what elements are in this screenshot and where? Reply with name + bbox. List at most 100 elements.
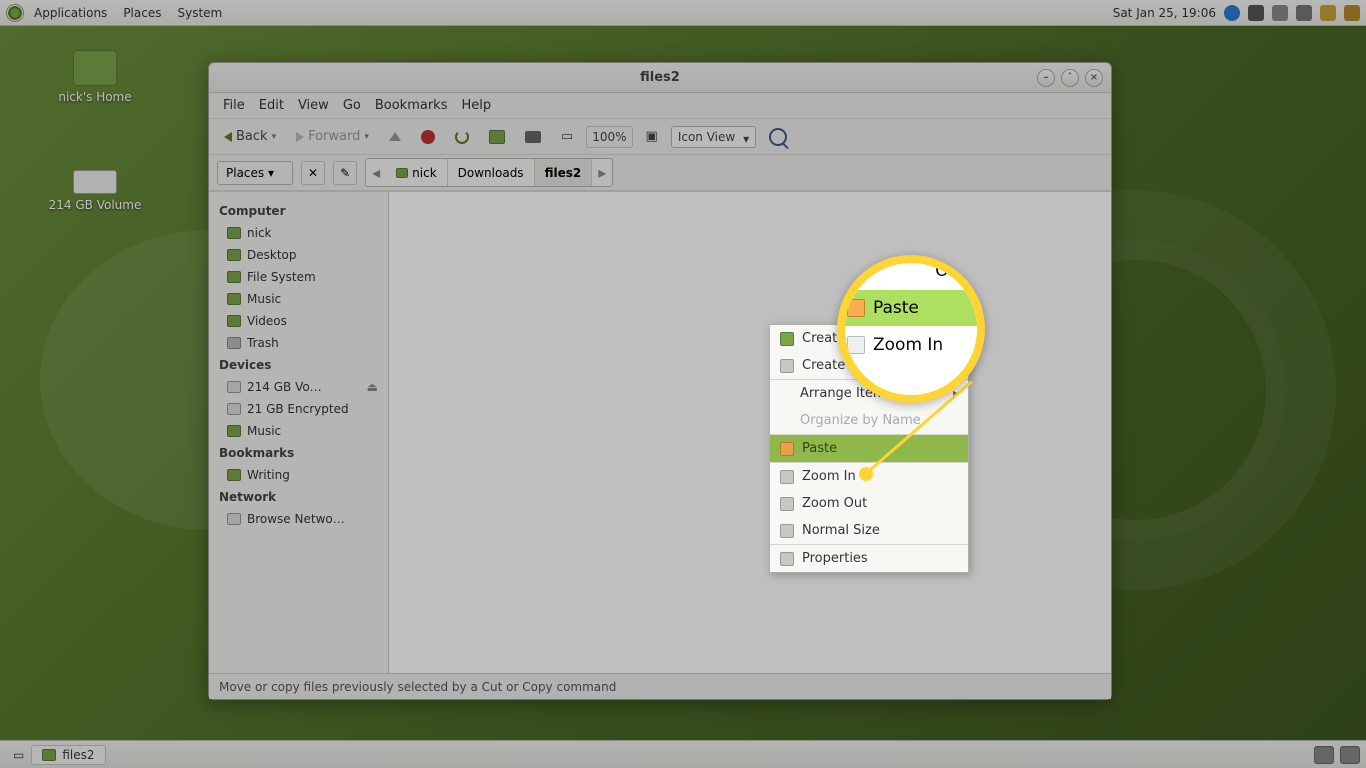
arrow-up-icon bbox=[389, 132, 401, 141]
desktop-icon-volume[interactable]: 214 GB Volume bbox=[40, 160, 150, 212]
menu-bookmarks[interactable]: Bookmarks bbox=[369, 96, 454, 115]
computer-button[interactable] bbox=[518, 127, 548, 147]
tray-app-icon[interactable] bbox=[1314, 746, 1334, 764]
menu-view[interactable]: View bbox=[292, 96, 335, 115]
file-view[interactable]: Create Folder Create Document▸ Arrange I… bbox=[389, 192, 1111, 673]
taskbar-item-files2[interactable]: files2 bbox=[31, 745, 105, 765]
trash-icon bbox=[227, 337, 241, 349]
edit-path-button[interactable]: ✎ bbox=[333, 161, 357, 185]
search-button[interactable] bbox=[762, 124, 794, 150]
breadcrumb: ◂ nick Downloads files2 ▸ bbox=[365, 158, 613, 187]
sidebar-section-network: Network bbox=[209, 486, 388, 508]
sidebar-item-filesystem[interactable]: File System bbox=[209, 266, 388, 288]
menu-help[interactable]: Help bbox=[455, 96, 497, 115]
stop-icon bbox=[421, 130, 435, 144]
sidebar-section-computer: Computer bbox=[209, 200, 388, 222]
folder-icon bbox=[396, 168, 408, 178]
cm-paste[interactable]: Paste bbox=[770, 435, 968, 462]
menu-go[interactable]: Go bbox=[337, 96, 367, 115]
distro-logo-icon[interactable] bbox=[6, 4, 24, 22]
zoom-out-button[interactable]: ▭ bbox=[554, 125, 580, 148]
cm-label: Zoom Out bbox=[802, 496, 867, 511]
sidebar-item-music[interactable]: Music bbox=[209, 288, 388, 310]
sidebar-item-label: Music bbox=[247, 424, 281, 438]
lock-icon[interactable] bbox=[1320, 5, 1336, 21]
sidebar-item-label: 214 GB Vo… bbox=[247, 380, 322, 394]
bluetooth-icon[interactable] bbox=[1224, 5, 1240, 21]
paste-icon bbox=[780, 442, 794, 456]
folder-icon bbox=[227, 293, 241, 305]
panel-menu-system[interactable]: System bbox=[171, 4, 228, 22]
breadcrumb-seg-nick[interactable]: nick bbox=[386, 159, 448, 186]
panel-menu-places[interactable]: Places bbox=[117, 4, 167, 22]
screensaver-icon[interactable] bbox=[1344, 5, 1360, 21]
places-label: Places bbox=[226, 166, 264, 180]
sidebar-item-label: Videos bbox=[247, 314, 287, 328]
close-button[interactable]: × bbox=[1085, 69, 1103, 87]
back-button[interactable]: Back ▾ bbox=[217, 125, 283, 148]
eject-icon[interactable]: ⏏ bbox=[367, 380, 378, 394]
sidebar-item-nick[interactable]: nick bbox=[209, 222, 388, 244]
zoom-out-icon bbox=[780, 497, 794, 511]
folder-icon bbox=[227, 425, 241, 437]
breadcrumb-seg-files2[interactable]: files2 bbox=[535, 159, 593, 186]
drive-icon bbox=[73, 170, 117, 194]
sidebar-item-label: Music bbox=[247, 292, 281, 306]
search-icon bbox=[769, 128, 787, 146]
sidebar-item-label: Writing bbox=[247, 468, 290, 482]
network-icon bbox=[227, 513, 241, 525]
volume-icon[interactable] bbox=[1296, 5, 1312, 21]
drive-icon bbox=[227, 381, 241, 393]
menu-edit[interactable]: Edit bbox=[253, 96, 290, 115]
cm-label: Organize by Name bbox=[800, 413, 921, 428]
sidebar-item-videos[interactable]: Videos bbox=[209, 310, 388, 332]
desktop-icon-home[interactable]: nick's Home bbox=[40, 50, 150, 104]
cm-normal-size[interactable]: Normal Size bbox=[770, 517, 968, 544]
up-button[interactable] bbox=[382, 128, 408, 145]
sidebar-item-214gb[interactable]: 214 GB Vo… ⏏ bbox=[209, 376, 388, 398]
sidebar-item-music-device[interactable]: Music bbox=[209, 420, 388, 442]
maximize-button[interactable]: ˄ bbox=[1061, 69, 1079, 87]
folder-icon bbox=[780, 332, 794, 346]
breadcrumb-next[interactable]: ▸ bbox=[592, 159, 612, 186]
chevron-down-icon: ▾ bbox=[272, 132, 277, 142]
minimize-button[interactable]: – bbox=[1037, 69, 1055, 87]
stop-button[interactable] bbox=[414, 126, 442, 148]
places-dropdown[interactable]: Places ▾ bbox=[217, 161, 293, 185]
sidebar: Computer nick Desktop File System Music … bbox=[209, 192, 389, 673]
drive-icon bbox=[227, 403, 241, 415]
sidebar-item-trash[interactable]: Trash bbox=[209, 332, 388, 354]
view-mode-select[interactable]: Icon View ▾ bbox=[671, 126, 756, 148]
titlebar[interactable]: files2 – ˄ × bbox=[209, 63, 1111, 93]
arrow-left-icon bbox=[224, 132, 232, 142]
menu-file[interactable]: File bbox=[217, 96, 251, 115]
tray-app-icon[interactable] bbox=[1340, 746, 1360, 764]
keyboard-layout-icon[interactable] bbox=[1248, 5, 1264, 21]
sidebar-item-desktop[interactable]: Desktop bbox=[209, 244, 388, 266]
sidebar-item-21gb-encrypted[interactable]: 21 GB Encrypted bbox=[209, 398, 388, 420]
forward-label: Forward bbox=[308, 129, 360, 144]
zoom-in-button[interactable]: ▣ bbox=[639, 125, 665, 148]
home-button[interactable] bbox=[482, 126, 512, 148]
sidebar-item-browse-network[interactable]: Browse Netwo… bbox=[209, 508, 388, 530]
cm-properties[interactable]: Properties bbox=[770, 545, 968, 572]
reload-button[interactable] bbox=[448, 126, 476, 148]
panel-menu-applications[interactable]: Applications bbox=[28, 4, 113, 22]
display-icon[interactable] bbox=[1272, 5, 1288, 21]
cm-zoom-out[interactable]: Zoom Out bbox=[770, 490, 968, 517]
top-panel: Applications Places System Sat Jan 25, 1… bbox=[0, 0, 1366, 26]
close-sidebar-button[interactable]: ✕ bbox=[301, 161, 325, 185]
home-folder-icon bbox=[73, 50, 117, 86]
breadcrumb-seg-downloads[interactable]: Downloads bbox=[448, 159, 535, 186]
sidebar-item-writing[interactable]: Writing bbox=[209, 464, 388, 486]
cm-label: Paste bbox=[802, 441, 837, 456]
show-desktop-button[interactable]: ▭ bbox=[6, 744, 31, 766]
panel-clock[interactable]: Sat Jan 25, 19:06 bbox=[1113, 6, 1216, 20]
file-manager-window: files2 – ˄ × File Edit View Go Bookmarks… bbox=[208, 62, 1112, 700]
sidebar-item-label: Trash bbox=[247, 336, 279, 350]
cm-label: Zoom In bbox=[802, 469, 856, 484]
zoom-in-icon bbox=[847, 336, 865, 354]
sidebar-section-bookmarks: Bookmarks bbox=[209, 442, 388, 464]
desktop-icon-label: 214 GB Volume bbox=[40, 198, 150, 212]
breadcrumb-prev[interactable]: ◂ bbox=[366, 159, 386, 186]
